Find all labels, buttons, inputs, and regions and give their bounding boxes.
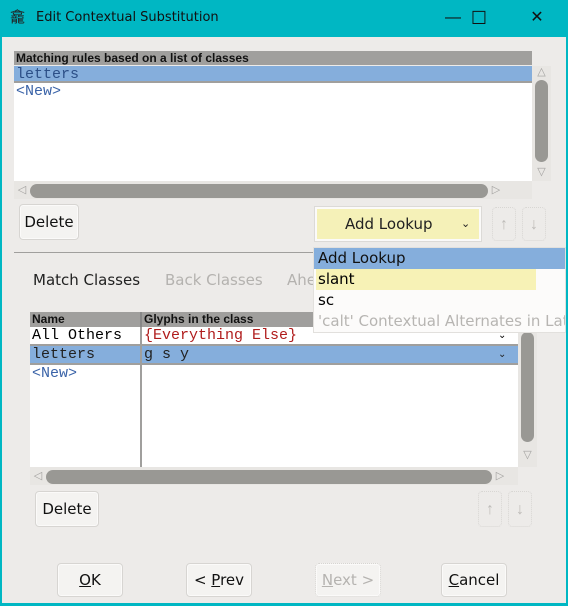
classes-table[interactable]: All Others {Everything Else} ⌄ letters g… (30, 327, 518, 467)
rules-list-header: Matching rules based on a list of classe… (14, 51, 532, 65)
next-label: ext > (333, 571, 375, 589)
close-button[interactable]: ✕ (514, 4, 560, 32)
prev-mnemonic: P (211, 571, 221, 589)
ok-mnemonic: O (79, 571, 91, 589)
dialog-body: Matching rules based on a list of classe… (2, 37, 566, 603)
cancel-button[interactable]: Cancel (441, 563, 507, 597)
scroll-down-arrow-icon[interactable]: ▽ (532, 166, 551, 178)
prev-label: rev (220, 571, 245, 589)
maximize-button[interactable]: ☐ (456, 4, 502, 32)
scroll-left-arrow-icon[interactable]: ◁ (16, 183, 28, 197)
rules-list[interactable]: letters <New> (14, 66, 532, 181)
tab-match-classes[interactable]: Match Classes (33, 271, 140, 289)
scroll-thumb[interactable] (46, 470, 492, 484)
class-name: letters (32, 346, 96, 363)
tab-back-classes[interactable]: Back Classes (165, 271, 263, 289)
column-divider (140, 346, 142, 364)
move-down-button[interactable]: ↓ (522, 207, 546, 241)
rule-item-new[interactable]: <New> (14, 83, 532, 101)
class-glyphs[interactable]: g s y (144, 346, 189, 364)
class-row[interactable]: letters g s y ⌄ (30, 346, 518, 365)
fontforge-icon: 龕 (10, 9, 26, 26)
rules-horizontal-scrollbar[interactable]: ◁ ▷ (14, 181, 532, 199)
add-lookup-value: Add Lookup (345, 215, 433, 233)
title-bar: 龕 Edit Contextual Substitution — ☐ ✕ (0, 0, 568, 37)
column-header-name[interactable]: Name (32, 312, 65, 327)
rule-item-letters[interactable]: letters (14, 66, 532, 83)
next-mnemonic: N (321, 571, 334, 589)
dropdown-item-slant[interactable]: slant (314, 269, 565, 290)
lookup-dropdown-menu: Add Lookup slant sc 'calt' Contextual Al… (313, 247, 566, 333)
delete-rule-button[interactable]: Delete (19, 204, 79, 240)
scroll-up-arrow-icon[interactable]: △ (532, 66, 551, 78)
class-move-down-button[interactable]: ↓ (508, 491, 532, 527)
add-lookup-combo[interactable]: Add Lookup ⌄ (314, 206, 482, 242)
move-up-button[interactable]: ↑ (492, 207, 516, 241)
delete-class-button[interactable]: Delete (35, 491, 99, 527)
scroll-right-arrow-icon[interactable]: ▷ (490, 183, 502, 197)
classes-horizontal-scrollbar[interactable]: ◁ ▷ (30, 467, 518, 485)
separator (14, 252, 314, 253)
scroll-right-arrow-icon[interactable]: ▷ (494, 469, 506, 483)
rules-vertical-scrollbar[interactable]: △ ▽ (532, 66, 551, 181)
scroll-thumb[interactable] (535, 80, 548, 162)
dropdown-item-sc[interactable]: sc (314, 290, 565, 311)
window-title: Edit Contextual Substitution (36, 10, 219, 25)
classes-vertical-scrollbar[interactable]: ▽ (518, 327, 537, 467)
scroll-thumb[interactable] (521, 332, 534, 442)
chevron-down-icon[interactable]: ⌄ (498, 346, 506, 364)
prev-button[interactable]: < Prev (186, 563, 252, 597)
ok-button[interactable]: OK (57, 563, 123, 597)
ok-label: K (90, 571, 101, 589)
scroll-left-arrow-icon[interactable]: ◁ (32, 469, 44, 483)
dialog-window: 龕 Edit Contextual Substitution — ☐ ✕ Mat… (0, 0, 568, 606)
column-header-glyphs[interactable]: Glyphs in the class (144, 312, 253, 327)
next-button[interactable]: Next > (315, 563, 381, 597)
class-row[interactable]: <New> (30, 365, 518, 384)
class-name: All Others (32, 327, 123, 344)
dropdown-item-calt: 'calt' Contextual Alternates in Latin (318, 312, 565, 330)
scroll-down-arrow-icon[interactable]: ▽ (518, 449, 537, 461)
dropdown-item-add-lookup[interactable]: Add Lookup (314, 248, 565, 269)
cancel-label: ancel (459, 571, 500, 589)
scroll-thumb[interactable] (30, 184, 488, 198)
chevron-down-icon: ⌄ (461, 217, 471, 230)
prev-prefix: < (193, 571, 212, 589)
cancel-mnemonic: C (448, 571, 460, 589)
class-move-up-button[interactable]: ↑ (478, 491, 502, 527)
column-divider[interactable] (140, 312, 142, 327)
class-glyphs[interactable]: {Everything Else} (144, 327, 297, 345)
dropdown-item-label: slant (316, 269, 536, 290)
tab-ahead-classes[interactable]: Ahead Classes (287, 271, 314, 289)
class-name: <New> (32, 365, 78, 382)
